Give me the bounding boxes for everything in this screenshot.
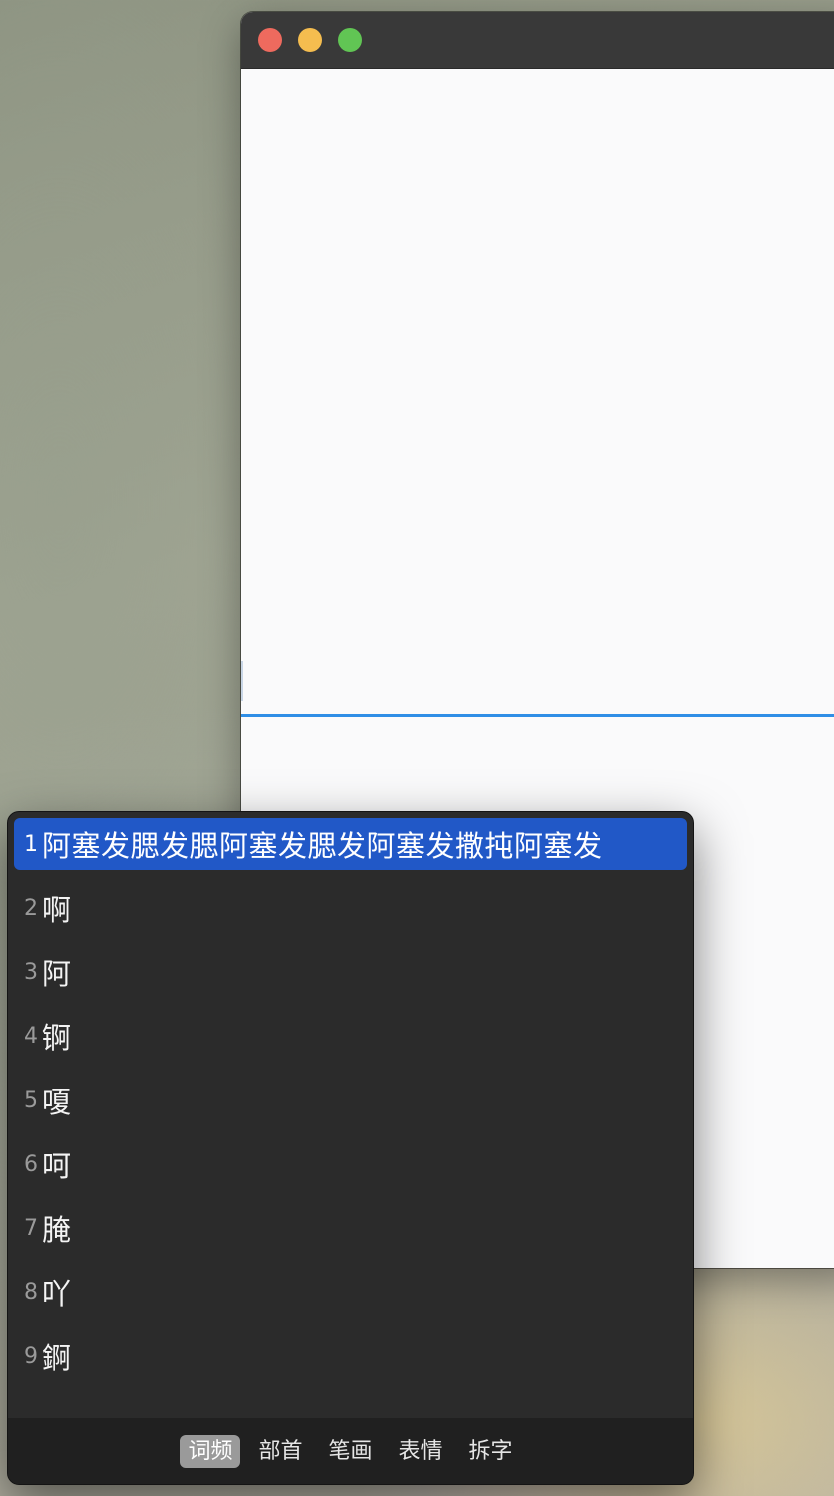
mode-tab-stroke[interactable]: 笔画 <box>320 1435 380 1468</box>
candidate-item-1[interactable]: 1 阿塞发腮发腮阿塞发腮发阿塞发撒扽阿塞发 <box>14 818 687 870</box>
candidate-index: 4 <box>24 1023 38 1049</box>
mode-tab-emoji[interactable]: 表情 <box>391 1435 451 1468</box>
candidate-text: 啊 <box>42 893 72 927</box>
candidate-item-5[interactable]: 5 嗄 <box>14 1074 687 1126</box>
window-titlebar[interactable] <box>241 12 834 69</box>
candidate-text: 腌 <box>42 1213 72 1247</box>
candidate-text: 錒 <box>42 1341 72 1375</box>
candidate-item-2[interactable]: 2 啊 <box>14 882 687 934</box>
mode-tab-frequency[interactable]: 词频 <box>180 1434 241 1468</box>
ime-candidate-panel: 1 阿塞发腮发腮阿塞发腮发阿塞发撒扽阿塞发 2 啊 3 阿 4 锕 5 嗄 6 … <box>7 811 694 1485</box>
input-divider-line <box>241 714 834 717</box>
candidate-index: 7 <box>24 1215 38 1241</box>
candidate-text: 阿 <box>42 957 72 991</box>
candidate-text: 吖 <box>42 1277 72 1311</box>
candidate-text: 嗄 <box>42 1085 72 1119</box>
candidate-item-9[interactable]: 9 錒 <box>14 1330 687 1382</box>
candidate-index: 1 <box>24 831 38 857</box>
candidate-item-4[interactable]: 4 锕 <box>14 1010 687 1062</box>
mode-tab-radical[interactable]: 部首 <box>250 1435 310 1468</box>
candidate-item-7[interactable]: 7 腌 <box>14 1202 687 1254</box>
candidate-index: 6 <box>24 1151 38 1177</box>
close-window-button[interactable] <box>258 28 282 52</box>
candidate-index: 9 <box>24 1343 38 1369</box>
minimize-window-button[interactable] <box>298 28 322 52</box>
candidate-item-6[interactable]: 6 呵 <box>14 1138 687 1190</box>
candidate-item-8[interactable]: 8 吖 <box>14 1266 687 1318</box>
candidate-item-3[interactable]: 3 阿 <box>14 946 687 998</box>
text-caret <box>241 661 243 701</box>
candidate-text: 阿塞发腮发腮阿塞发腮发阿塞发撒扽阿塞发 <box>42 829 603 863</box>
candidate-index: 5 <box>24 1087 38 1113</box>
candidate-index: 2 <box>24 895 38 921</box>
candidate-text: 呵 <box>42 1149 72 1183</box>
zoom-window-button[interactable] <box>338 28 362 52</box>
sort-mode-bar: 词频 部首 笔画 表情 拆字 <box>8 1418 693 1484</box>
candidate-index: 3 <box>24 959 38 985</box>
mode-tab-split-character[interactable]: 拆字 <box>461 1435 521 1468</box>
candidate-index: 8 <box>24 1279 38 1305</box>
candidate-text: 锕 <box>42 1021 72 1055</box>
